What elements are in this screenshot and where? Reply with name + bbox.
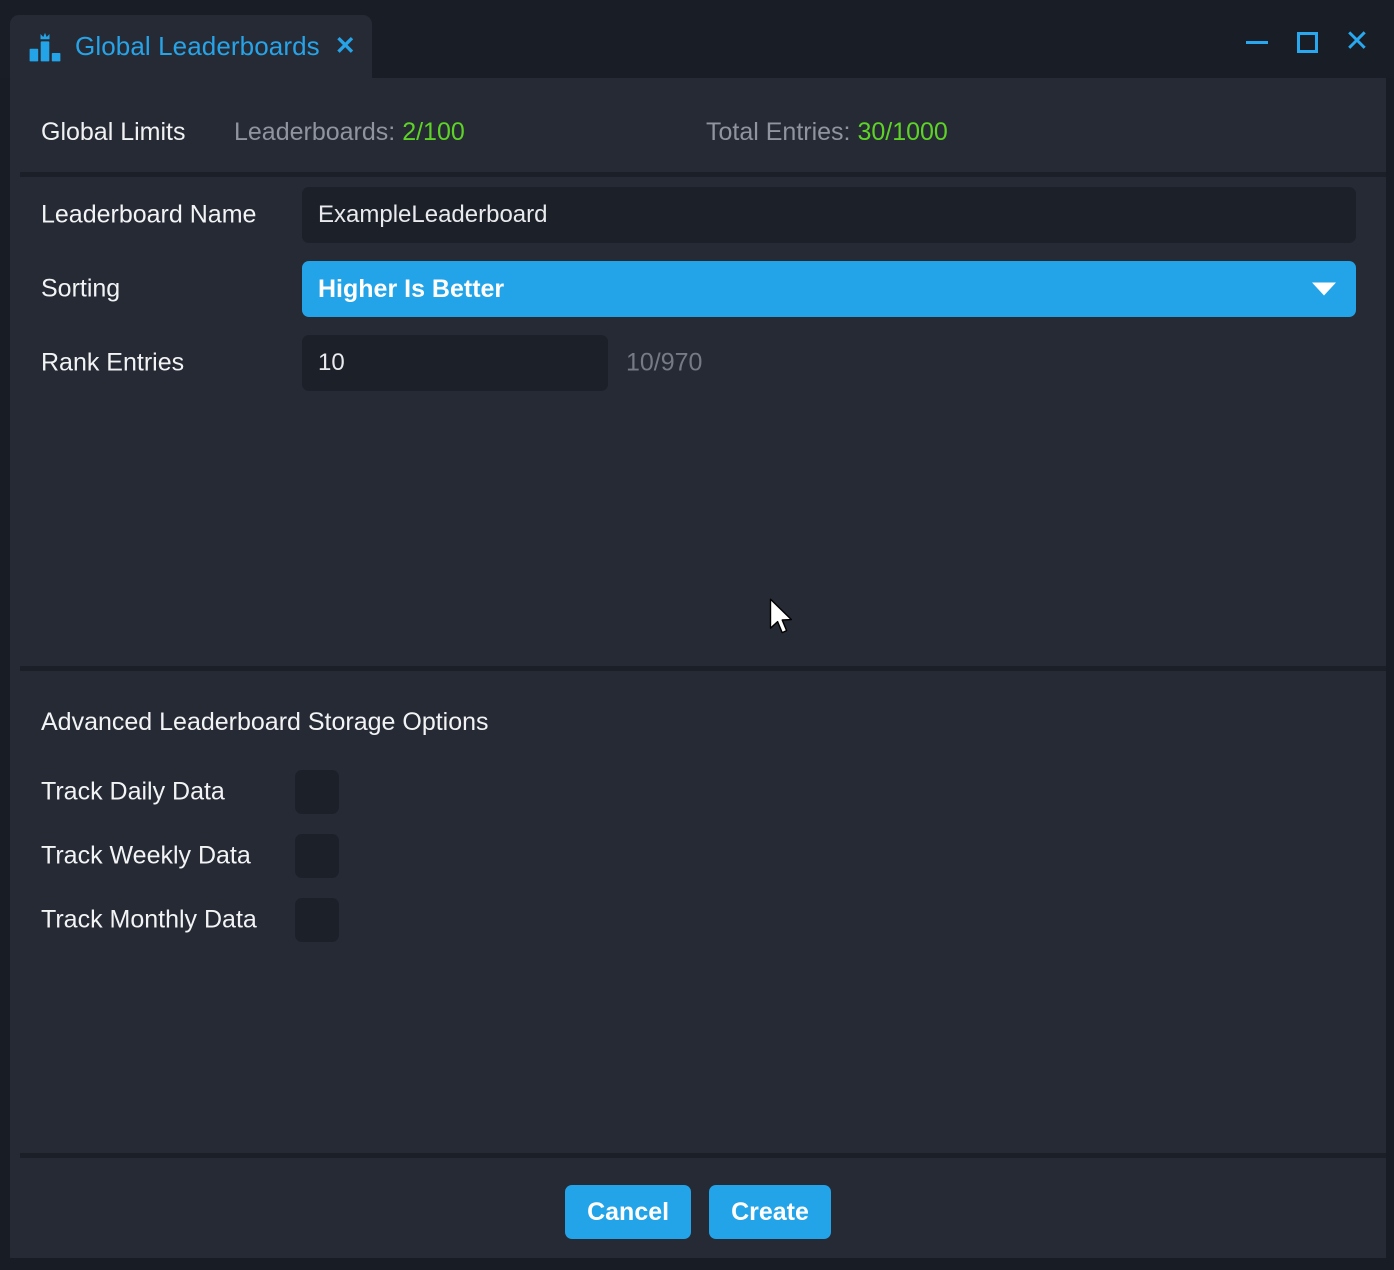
maximize-button[interactable] — [1292, 27, 1322, 57]
tab-title: Global Leaderboards — [75, 31, 320, 62]
global-limits-title: Global Limits — [41, 118, 186, 147]
cancel-button[interactable]: Cancel — [565, 1185, 691, 1239]
minimize-button[interactable] — [1242, 27, 1272, 57]
track-daily-label: Track Daily Data — [41, 778, 225, 807]
track-monthly-checkbox[interactable] — [295, 898, 339, 942]
leaderboards-count-value: 2/100 — [402, 118, 465, 146]
tab-close-icon[interactable]: ✕ — [335, 34, 356, 59]
chevron-down-icon — [1312, 283, 1336, 296]
minimize-icon — [1246, 41, 1268, 44]
divider-footer — [20, 1153, 1386, 1158]
global-limits-bar: Global Limits Leaderboards: 2/100 Total … — [10, 92, 1386, 172]
sorting-selected-value: Higher Is Better — [318, 275, 504, 304]
tab-bar: Global Leaderboards ✕ ✕ — [0, 0, 1394, 78]
divider-top — [20, 172, 1386, 177]
tab-global-leaderboards[interactable]: Global Leaderboards ✕ — [10, 15, 372, 78]
total-entries-count: Total Entries: 30/1000 — [706, 118, 948, 147]
leaderboard-podium-crown-icon — [28, 32, 62, 62]
window-controls: ✕ — [1242, 27, 1372, 57]
close-icon: ✕ — [1344, 27, 1369, 57]
dialog-panel: Global Limits Leaderboards: 2/100 Total … — [10, 78, 1386, 1258]
app-window: Global Leaderboards ✕ ✕ Global Limits Le… — [0, 0, 1394, 1270]
row-sorting: Sorting Higher Is Better — [10, 252, 1386, 326]
rank-entries-input[interactable]: 10 — [302, 335, 608, 391]
row-leaderboard-name: Leaderboard Name ExampleLeaderboard — [10, 178, 1386, 252]
track-weekly-label: Track Weekly Data — [41, 842, 251, 871]
sorting-dropdown[interactable]: Higher Is Better — [302, 261, 1356, 317]
leaderboard-form: Leaderboard Name ExampleLeaderboard Sort… — [10, 178, 1386, 400]
leaderboards-count: Leaderboards: 2/100 — [234, 118, 465, 147]
track-daily-checkbox[interactable] — [295, 770, 339, 814]
leaderboard-name-label: Leaderboard Name — [41, 201, 256, 230]
create-button[interactable]: Create — [709, 1185, 831, 1239]
sorting-label: Sorting — [41, 275, 120, 304]
row-rank-entries: Rank Entries 10 10/970 — [10, 326, 1386, 400]
total-entries-label: Total Entries: — [706, 118, 851, 146]
leaderboard-name-input[interactable]: ExampleLeaderboard — [302, 187, 1356, 243]
maximize-icon — [1297, 32, 1318, 53]
divider-middle — [20, 666, 1386, 671]
track-weekly-checkbox[interactable] — [295, 834, 339, 878]
leaderboards-count-label: Leaderboards: — [234, 118, 395, 146]
total-entries-value: 30/1000 — [857, 118, 947, 146]
close-button[interactable]: ✕ — [1342, 27, 1372, 57]
advanced-options-title: Advanced Leaderboard Storage Options — [41, 708, 489, 737]
rank-entries-label: Rank Entries — [41, 349, 184, 378]
rank-entries-note: 10/970 — [626, 349, 702, 378]
track-monthly-label: Track Monthly Data — [41, 906, 257, 935]
dialog-footer: Cancel Create — [10, 1160, 1386, 1258]
